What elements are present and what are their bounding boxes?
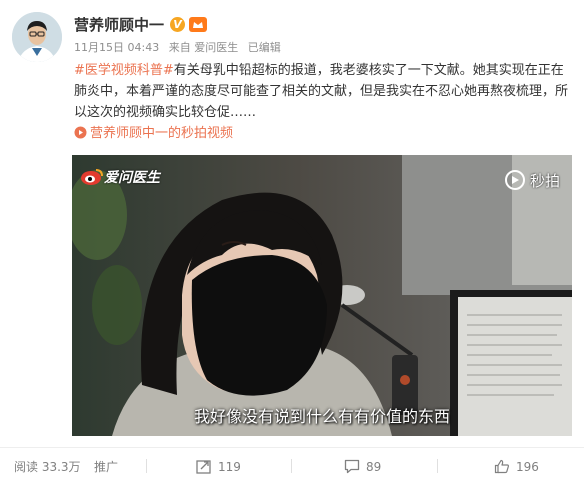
repost-icon	[196, 460, 211, 474]
watermark-right: 秒拍	[504, 169, 560, 191]
author-name[interactable]: 营养师顾中一	[74, 14, 164, 35]
promote-button[interactable]: 推广	[94, 458, 118, 475]
video-link[interactable]: 营养师顾中一的秒拍视频	[74, 126, 233, 141]
watermark-left-text: 爱问医生	[104, 170, 160, 186]
watermark-right-text: 秒拍	[529, 171, 560, 190]
post-footer: 阅读 33.3万 推广 119 89 196	[0, 447, 584, 485]
post-source[interactable]: 来自 爱问医生	[169, 41, 239, 54]
like-button[interactable]: 196	[494, 459, 539, 474]
video-link-label: 营养师顾中一的秒拍视频	[90, 126, 234, 141]
video-subtitle: 我好像没有说到什么有有价值的东西	[193, 407, 450, 426]
thumbs-up-icon	[494, 459, 509, 474]
weibo-eye-icon	[81, 169, 103, 185]
divider	[437, 459, 438, 473]
topic-tag[interactable]: #医学视频科普#	[74, 63, 174, 78]
like-count: 196	[516, 459, 539, 474]
repost-count: 119	[218, 459, 241, 474]
miaopai-icon	[504, 170, 525, 190]
divider	[146, 459, 147, 473]
video-link-icon	[74, 126, 87, 139]
author-row: 营养师顾中一 V	[74, 14, 208, 35]
watermark-left: 爱问医生	[80, 167, 160, 187]
comment-count: 89	[366, 459, 382, 474]
comment-icon	[344, 459, 360, 474]
edited-label[interactable]: 已编辑	[248, 41, 281, 54]
video-player[interactable]: 爱问医生 秒拍 我好像没有说到什么有有价值的东西	[72, 155, 572, 436]
repost-button[interactable]: 119	[196, 459, 241, 474]
avatar[interactable]	[12, 12, 62, 62]
post-text: #医学视频科普#有关母乳中铅超标的报道，我老婆核实了一下文献。她其实现在正在肺炎…	[74, 60, 570, 144]
post-time[interactable]: 11月15日 04:43	[74, 41, 159, 54]
comment-button[interactable]: 89	[344, 459, 381, 474]
verified-badge-icon: V	[170, 16, 186, 32]
divider	[291, 459, 292, 473]
video-frame	[72, 155, 572, 436]
member-badge-icon[interactable]	[189, 16, 208, 32]
verified-badge-letter: V	[173, 17, 182, 31]
view-count: 阅读 33.3万	[14, 460, 81, 474]
post-meta: 11月15日 04:43 来自 爱问医生 已编辑	[74, 39, 287, 55]
